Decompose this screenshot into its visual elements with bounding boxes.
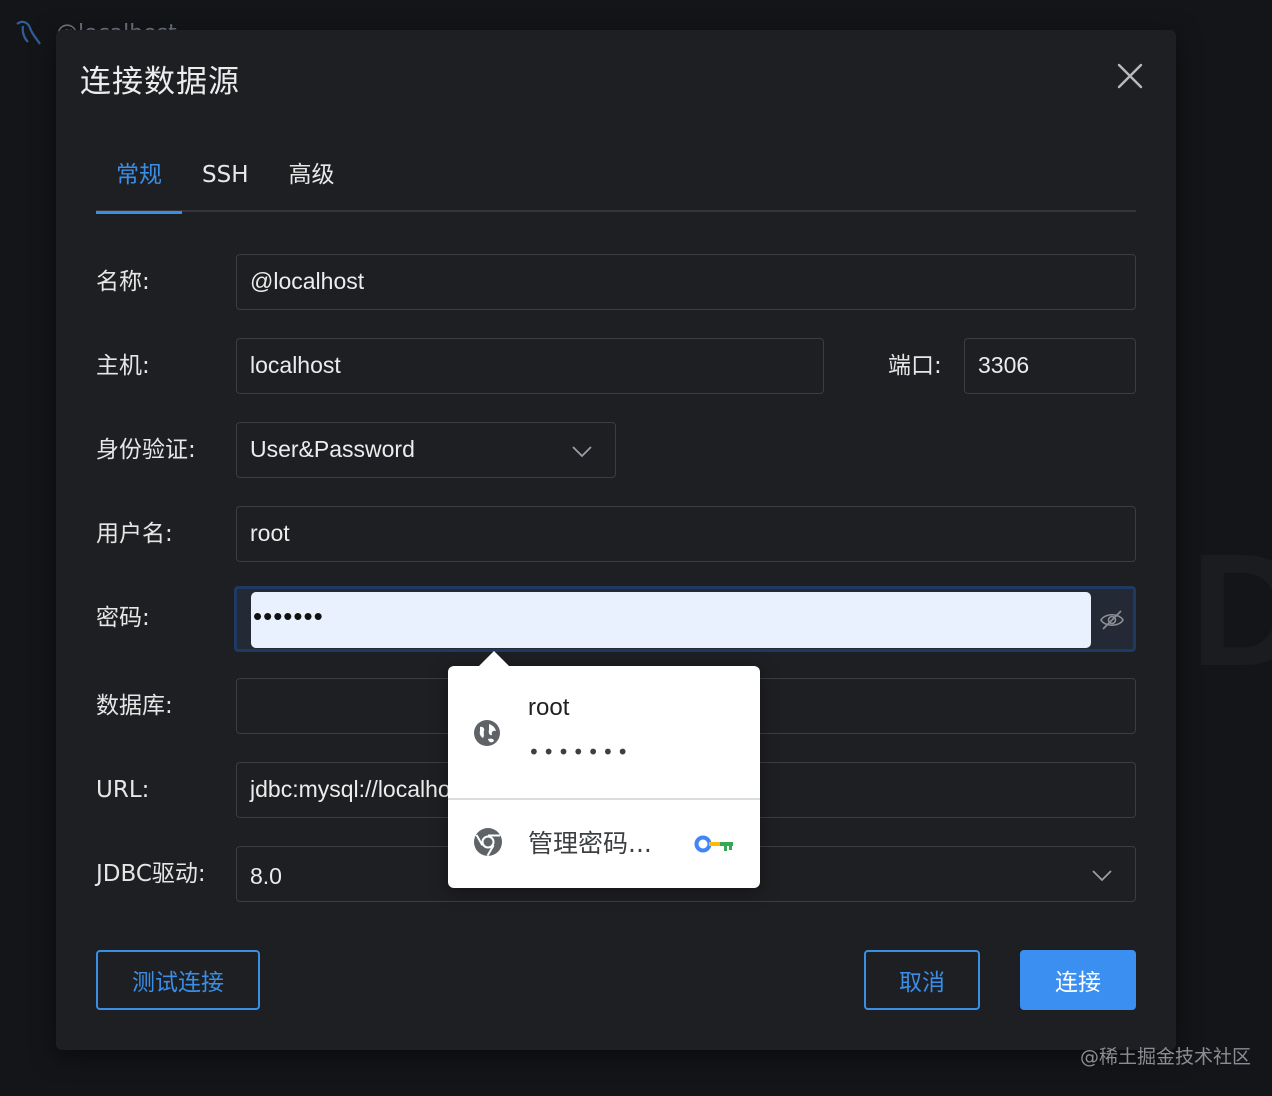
test-connection-button[interactable]: 测试连接 [96,950,260,1010]
driver-select-value: 8.0 [250,863,282,889]
database-label: 数据库: [96,693,173,719]
chrome-icon [474,828,502,857]
tab-advanced[interactable]: 高级 [269,148,355,212]
key-icon [694,835,733,853]
host-input[interactable]: localhost [236,338,824,394]
background-decoration: D [1190,520,1272,699]
password-input[interactable]: ••••••• [251,592,1091,648]
driver-label: JDBC驱动: [96,861,206,887]
manage-passwords-item[interactable]: 管理密码... [448,800,760,888]
tab-ssh[interactable]: SSH [182,148,269,212]
auth-select[interactable]: User&Password [236,422,616,478]
manage-passwords-label: 管理密码... [528,829,652,858]
chevron-down-icon [1092,870,1112,882]
username-input[interactable]: root [236,506,1136,562]
auth-select-value: User&Password [250,436,415,462]
autofill-password: ••••••• [528,740,632,764]
dolphin-logo-icon [16,20,41,45]
name-input[interactable]: @localhost [236,254,1136,310]
saved-credential-item[interactable]: root ••••••• [448,666,760,798]
tab-bar: 常规 SSH 高级 [96,148,1136,214]
password-autofill-popup: root ••••••• 管理密码... [448,651,760,888]
cancel-button[interactable]: 取消 [864,950,980,1010]
password-field[interactable]: ••••••• [234,586,1136,652]
name-label: 名称: [96,269,150,295]
url-label: URL: [96,777,150,803]
connect-datasource-dialog: 连接数据源 常规 SSH 高级 名称: @localhost 主机: local… [56,30,1176,1050]
password-label: 密码: [96,605,150,631]
port-input[interactable]: 3306 [964,338,1136,394]
globe-icon [474,720,500,746]
tab-general[interactable]: 常规 [96,148,182,214]
watermark: @稀土掘金技术社区 [1080,1046,1252,1068]
autofill-username: root [528,694,570,721]
auth-label: 身份验证: [96,437,196,463]
port-label: 端口: [888,353,942,379]
close-icon[interactable] [1114,60,1146,92]
connect-button[interactable]: 连接 [1020,950,1136,1010]
dialog-title: 连接数据源 [80,64,240,100]
popup-arrow [478,651,510,667]
chevron-down-icon [572,446,592,458]
username-label: 用户名: [96,521,173,547]
eye-slash-icon[interactable] [1099,608,1125,632]
host-label: 主机: [96,353,150,379]
